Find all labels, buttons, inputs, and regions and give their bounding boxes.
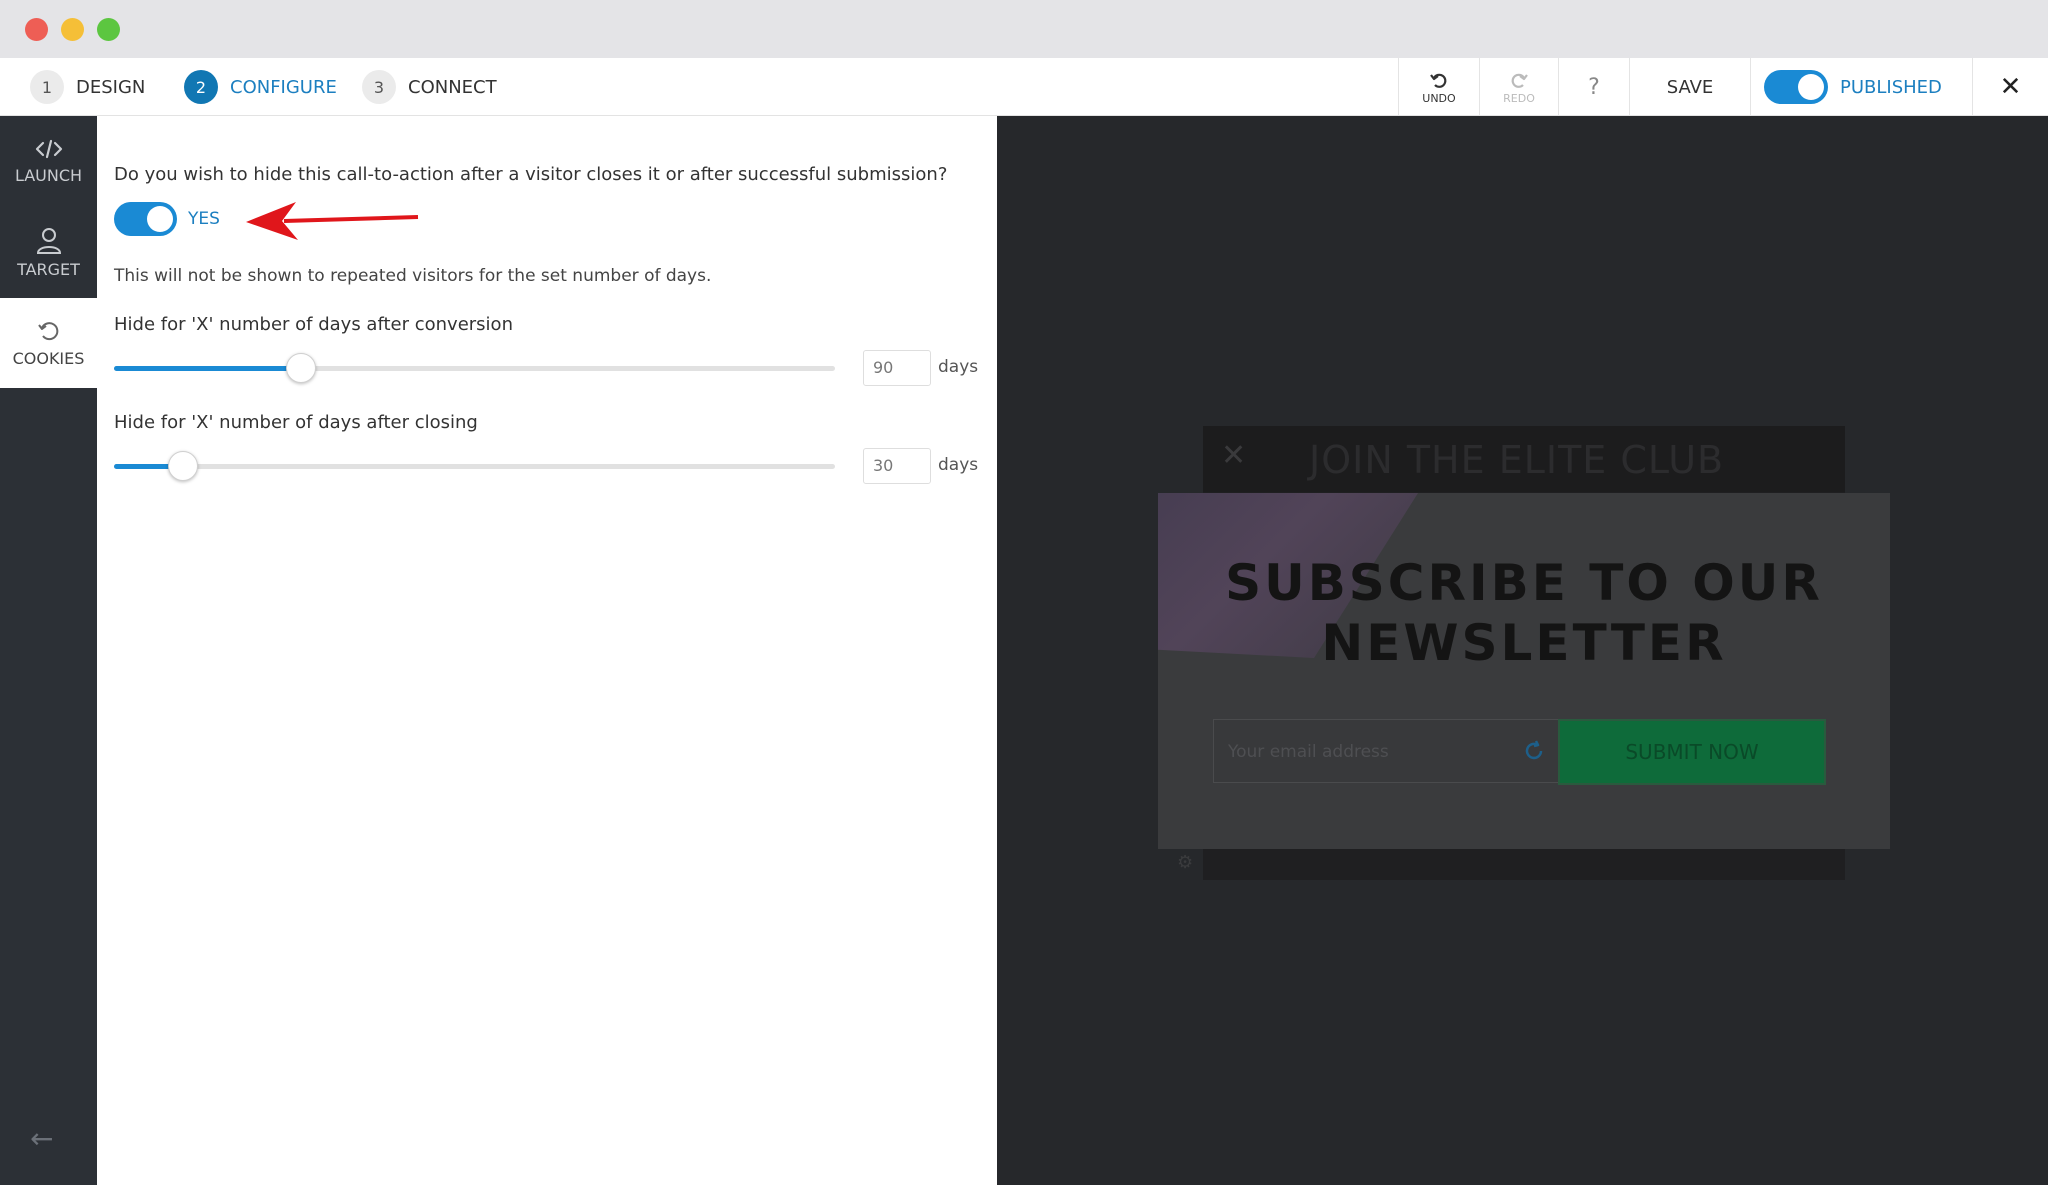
save-button[interactable]: SAVE (1630, 58, 1750, 116)
help-icon: ? (1588, 74, 1600, 100)
newsletter-card: SUBSCRIBE TO OUR NEWSLETTER Your email a… (1158, 493, 1890, 849)
gear-icon[interactable]: ⚙ (1177, 852, 1193, 873)
days-unit-label: days (938, 455, 979, 475)
conversion-slider-title: Hide for 'X' number of days after conver… (114, 314, 513, 335)
close-editor-button[interactable]: ✕ (1973, 58, 2048, 116)
days-unit-label: days (938, 357, 979, 377)
step-label: DESIGN (76, 76, 146, 98)
sidebar-item-launch[interactable]: LAUNCH (0, 116, 97, 206)
step-label: CONNECT (408, 76, 497, 98)
sidebar-item-label: TARGET (17, 259, 80, 279)
step-configure[interactable]: 2 CONFIGURE (184, 70, 337, 104)
hide-question: Do you wish to hide this call-to-action … (114, 164, 948, 185)
close-icon: ✕ (1999, 72, 2022, 102)
step-label: CONFIGURE (230, 76, 337, 98)
step-design[interactable]: 1 DESIGN (30, 70, 145, 104)
redo-button[interactable]: REDO (1480, 58, 1558, 116)
closing-slider-title: Hide for 'X' number of days after closin… (114, 412, 478, 433)
conversion-slider[interactable] (114, 353, 835, 383)
help-button[interactable]: ? (1559, 58, 1629, 116)
closing-days-input[interactable]: 30 (863, 448, 931, 484)
window-close-button[interactable] (25, 18, 48, 41)
undo-button[interactable]: UNDO (1399, 58, 1479, 116)
submit-button[interactable]: SUBMIT NOW (1558, 719, 1826, 785)
refresh-icon (1525, 740, 1543, 760)
window-minimize-button[interactable] (61, 18, 84, 41)
toolbar-divider (1750, 58, 1751, 116)
popup-close-icon[interactable]: ✕ (1221, 438, 1246, 473)
email-input[interactable]: Your email address (1213, 719, 1561, 783)
hide-toggle[interactable] (114, 202, 177, 236)
hide-hint: This will not be shown to repeated visit… (114, 266, 712, 286)
sidebar-item-label: COOKIES (12, 348, 85, 368)
closing-slider[interactable] (114, 451, 835, 481)
step-connect[interactable]: 3 CONNECT (362, 70, 497, 104)
code-icon (35, 139, 62, 158)
sidebar-item-cookies[interactable]: COOKIES (0, 298, 97, 388)
toggle-knob (147, 206, 173, 232)
toggle-knob (1798, 74, 1824, 100)
left-sidebar: LAUNCH TARGET COOKIES ← (0, 116, 97, 1185)
window-titlebar (0, 0, 2048, 58)
email-placeholder: Your email address (1228, 742, 1389, 762)
slider-fill (114, 366, 301, 371)
step-number: 2 (184, 70, 218, 104)
redo-label: REDO (1503, 91, 1535, 105)
conversion-days-input[interactable]: 90 (863, 350, 931, 386)
newsletter-title: SUBSCRIBE TO OUR NEWSLETTER (1225, 554, 1823, 672)
window-maximize-button[interactable] (97, 18, 120, 41)
step-number: 3 (362, 70, 396, 104)
refresh-icon (37, 321, 58, 340)
hide-toggle-label: YES (188, 209, 220, 229)
save-label: SAVE (1666, 76, 1714, 98)
preview-area: ✕ JOIN THE ELITE CLUB SUBSCRIBE TO OUR N… (997, 116, 2048, 1185)
annotation-arrow (246, 202, 419, 240)
undo-icon (1430, 73, 1447, 88)
undo-label: UNDO (1422, 91, 1456, 105)
submit-label: SUBMIT NOW (1625, 740, 1759, 764)
sidebar-item-label: LAUNCH (14, 165, 83, 185)
sidebar-item-target[interactable]: TARGET (0, 207, 97, 297)
top-toolbar: 1 DESIGN 2 CONFIGURE 3 CONNECT UNDO REDO… (0, 58, 2048, 116)
published-label: PUBLISHED (1840, 76, 1942, 98)
step-number: 1 (30, 70, 64, 104)
arrow-left-icon[interactable]: ← (30, 1122, 53, 1155)
redo-icon (1511, 73, 1528, 88)
cookies-config-panel: Do you wish to hide this call-to-action … (97, 116, 997, 1185)
slider-thumb[interactable] (286, 353, 316, 383)
user-icon (36, 227, 61, 254)
published-toggle-group: PUBLISHED (1764, 58, 1954, 116)
slider-thumb[interactable] (168, 451, 198, 481)
popup-header-text: JOIN THE ELITE CLUB (1309, 438, 1725, 482)
published-toggle[interactable] (1764, 70, 1828, 104)
